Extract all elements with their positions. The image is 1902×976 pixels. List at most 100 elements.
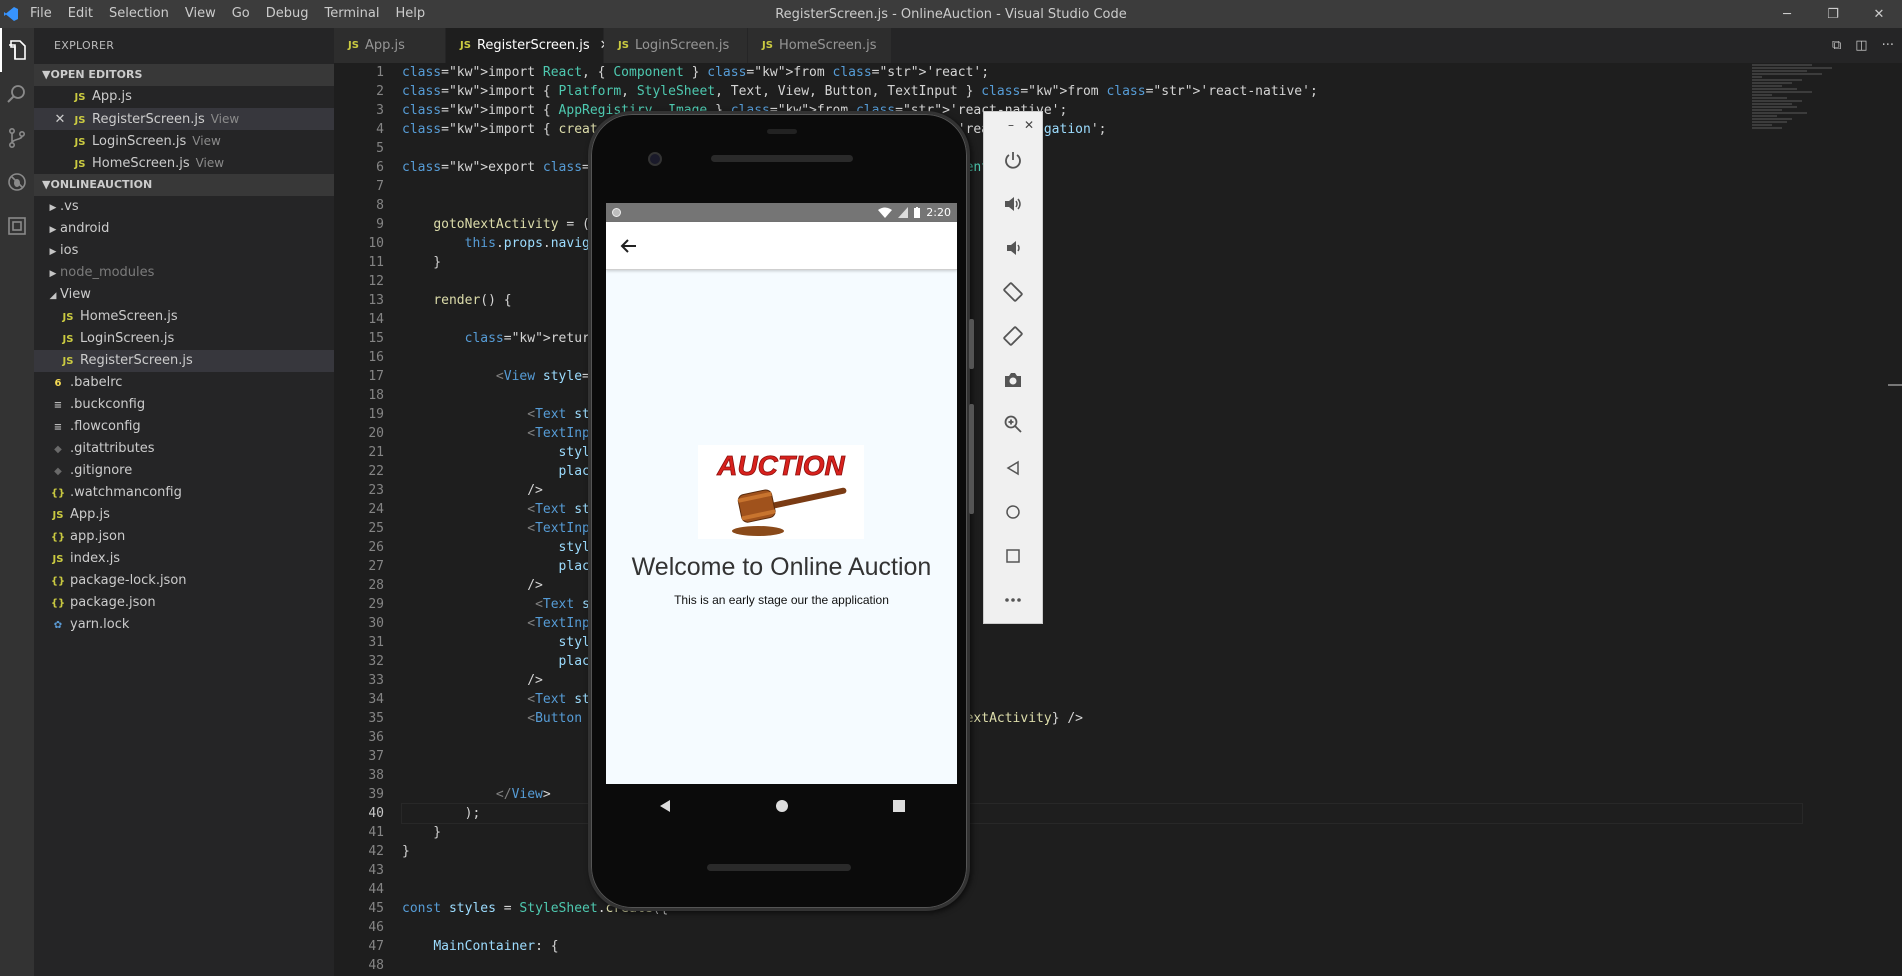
menu-terminal[interactable]: Terminal [317, 0, 388, 28]
open-editor-item-active[interactable]: ✕ JS RegisterScreen.js View [34, 108, 334, 130]
tree-file[interactable]: JS App.js [34, 504, 334, 526]
emulator-close-button[interactable]: ✕ [1024, 118, 1034, 132]
js-file-icon: JS [74, 92, 86, 103]
nav-back-icon[interactable] [658, 799, 672, 813]
source-control-icon[interactable] [0, 116, 34, 160]
minimap[interactable] [1752, 63, 1842, 183]
tree-file[interactable]: JS LoginScreen.js [34, 328, 334, 350]
power-icon[interactable] [984, 138, 1042, 182]
close-window-button[interactable]: ✕ [1856, 0, 1902, 28]
code-line[interactable]: class="kw">import React, { Component } c… [402, 63, 1802, 82]
open-editor-item[interactable]: JS LoginScreen.js View [34, 130, 334, 152]
tree-file[interactable]: {} package.json [34, 592, 334, 614]
volume-up-icon[interactable] [984, 182, 1042, 226]
tree-file-selected[interactable]: JS RegisterScreen.js [34, 350, 334, 372]
menu-debug[interactable]: Debug [258, 0, 317, 28]
home-icon[interactable] [984, 490, 1042, 534]
zoom-icon[interactable] [984, 402, 1042, 446]
search-icon[interactable] [0, 72, 34, 116]
tree-file[interactable]: ✿ yarn.lock [34, 614, 334, 636]
menu-help[interactable]: Help [387, 0, 433, 28]
explorer-icon[interactable] [0, 28, 34, 72]
auction-logo: AUCTION [698, 445, 864, 539]
rotate-left-icon[interactable] [984, 270, 1042, 314]
tree-file[interactable]: {} app.json [34, 526, 334, 548]
code-line[interactable] [402, 918, 1802, 937]
project-header[interactable]: ▼ONLINEAUCTION [34, 174, 334, 196]
line-number: 10 [368, 236, 384, 251]
git-file-icon: ◆ [54, 466, 62, 477]
line-number: 2 [376, 84, 384, 99]
project-label: ONLINEAUCTION [50, 178, 153, 191]
more-icon[interactable] [984, 578, 1042, 622]
tree-file[interactable]: 6 .babelrc [34, 372, 334, 394]
config-file-icon: ≡ [53, 400, 63, 411]
line-number: 42 [368, 844, 384, 859]
line-number: 4 [376, 122, 384, 137]
tab-homescreen-js[interactable]: JS HomeScreen.js [748, 28, 892, 63]
tree-item-label: .buckconfig [70, 397, 146, 412]
restore-button[interactable]: ❐ [1810, 0, 1856, 28]
close-editor-icon[interactable]: ✕ [52, 109, 68, 131]
tree-item-label: View [60, 287, 91, 302]
chevron-down-icon: ◢ [49, 291, 57, 301]
camera-icon[interactable] [984, 358, 1042, 402]
line-number: 11 [368, 255, 384, 270]
open-changes-icon[interactable]: ⧉ [1832, 38, 1841, 53]
emulator-minimize-button[interactable]: – [1008, 118, 1014, 132]
tree-file[interactable]: ◆ .gitignore [34, 460, 334, 482]
menu-edit[interactable]: Edit [60, 0, 101, 28]
line-number: 33 [368, 673, 384, 688]
code-line[interactable] [402, 956, 1802, 975]
notification-dot-icon [612, 208, 621, 217]
menu-view[interactable]: View [177, 0, 224, 28]
tree-item-label: .gitattributes [70, 441, 155, 456]
extensions-icon[interactable] [0, 204, 34, 248]
tree-folder[interactable]: ▶ .vs [34, 196, 334, 218]
explorer-title: EXPLORER [54, 39, 115, 52]
line-number: 46 [368, 920, 384, 935]
debug-icon[interactable] [0, 160, 34, 204]
open-editor-item[interactable]: JS HomeScreen.js View [34, 152, 334, 174]
volume-down-icon[interactable] [984, 226, 1042, 270]
code-line[interactable]: class="kw">import { Platform, StyleSheet… [402, 82, 1802, 101]
menu-file[interactable]: File [22, 0, 60, 28]
tree-item-label: App.js [70, 507, 110, 522]
tree-folder[interactable]: ▶ android [34, 218, 334, 240]
open-editors-header[interactable]: ▼OPEN EDITORS [34, 64, 334, 86]
tab-registerscreen-js[interactable]: JSRegisterScreen.js✕ [446, 28, 611, 63]
menu-selection[interactable]: Selection [101, 0, 177, 28]
line-number: 12 [368, 274, 384, 289]
tree-folder-open[interactable]: ◢ View [34, 284, 334, 306]
line-number: 43 [368, 863, 384, 878]
menu-go[interactable]: Go [224, 0, 258, 28]
tab-app-js[interactable]: JS App.js [334, 28, 446, 63]
back-icon[interactable] [984, 446, 1042, 490]
code-line[interactable]: MainContainer: { [402, 937, 1802, 956]
tree-file[interactable]: ◆ .gitattributes [34, 438, 334, 460]
tree-file[interactable]: JS index.js [34, 548, 334, 570]
code-editor[interactable]: 1 2 3 4 5 6 7 8 9 10 11 12 13 14 15 16 17 18 19 20 21 22 23 24 2… [334, 63, 1902, 976]
power-side-button [969, 319, 974, 369]
tree-folder[interactable]: ▶ ios [34, 240, 334, 262]
tree-file[interactable]: ≡ .buckconfig [34, 394, 334, 416]
tree-file[interactable]: {} .watchmanconfig [34, 482, 334, 504]
open-editor-item[interactable]: JS App.js [34, 86, 334, 108]
more-actions-icon[interactable]: ··· [1882, 38, 1894, 53]
overview-icon[interactable] [984, 534, 1042, 578]
app-header [606, 222, 957, 270]
tree-file[interactable]: ≡ .flowconfig [34, 416, 334, 438]
scrollbar-marker[interactable] [1888, 384, 1902, 386]
back-arrow-icon[interactable] [620, 237, 638, 255]
rotate-right-icon[interactable] [984, 314, 1042, 358]
nav-recents-icon[interactable] [892, 799, 906, 813]
nav-home-icon[interactable] [775, 799, 789, 813]
tab-loginscreen-js[interactable]: JS LoginScreen.js [604, 28, 748, 63]
tree-file[interactable]: JS HomeScreen.js [34, 306, 334, 328]
tree-file[interactable]: {} package-lock.json [34, 570, 334, 592]
device-screen[interactable]: 2:20 AUCTION Welcome to Online Auction T… [606, 203, 957, 784]
tree-folder[interactable]: ▶ node_modules [34, 262, 334, 284]
split-editor-icon[interactable]: ◫ [1855, 38, 1867, 53]
minimize-button[interactable]: ─ [1764, 0, 1810, 28]
json-file-icon: {} [50, 532, 66, 543]
